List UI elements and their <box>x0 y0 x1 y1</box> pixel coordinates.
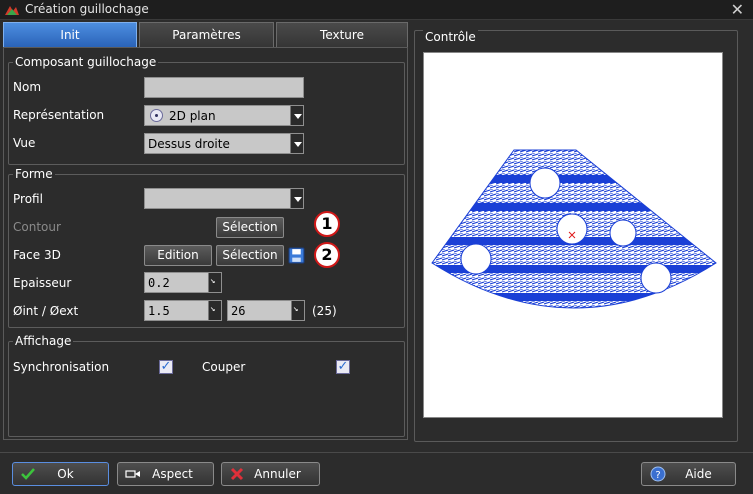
vue-label: Vue <box>13 136 36 150</box>
check-icon: ✓ <box>160 359 172 374</box>
resize-corner-icon[interactable] <box>291 301 304 320</box>
callout-badge-1: 1 <box>314 211 340 237</box>
tab-init[interactable]: Init <box>3 22 137 47</box>
contour-label: Contour <box>13 220 61 234</box>
close-icon[interactable]: ✕ <box>731 0 744 19</box>
chevron-down-icon[interactable] <box>290 106 303 125</box>
ok-button[interactable]: Ok <box>12 462 109 486</box>
tab-texture[interactable]: Texture <box>276 22 408 47</box>
resize-corner-icon[interactable] <box>208 273 221 292</box>
aspect-label: Aspect <box>152 467 193 481</box>
tab-parametres[interactable]: Paramètres <box>139 22 274 47</box>
synchronisation-label: Synchronisation <box>13 360 110 374</box>
representation-value: 2D plan <box>169 109 216 123</box>
guillochage-preview <box>431 149 717 309</box>
int-diameter-input[interactable]: 1.5 <box>144 300 222 321</box>
svg-text:?: ? <box>655 470 660 481</box>
affichage-legend: Affichage <box>15 334 72 348</box>
nom-label: Nom <box>13 80 42 94</box>
couper-checkbox[interactable]: ✓ <box>336 360 350 374</box>
chevron-down-icon[interactable] <box>290 189 303 208</box>
representation-select[interactable]: 2D plan <box>144 105 304 126</box>
annuler-label: Annuler <box>254 467 301 481</box>
ext-diameter-value: 26 <box>231 304 246 318</box>
callout-badge-2: 2 <box>314 242 340 268</box>
init-panel: Composant guillochage Nom Représentation… <box>3 47 408 440</box>
controle-legend: Contrôle <box>423 30 478 44</box>
ext-diameter-input[interactable]: 26 <box>227 300 305 321</box>
epaisseur-label: Epaisseur <box>13 276 72 290</box>
ext-diameter-hint: (25) <box>312 304 337 318</box>
aide-label: Aide <box>685 467 712 481</box>
synchronisation-checkbox[interactable]: ✓ <box>159 360 173 374</box>
controle-group: Contrôle <box>414 30 738 442</box>
aide-button[interactable]: ? Aide <box>641 462 736 486</box>
profil-label: Profil <box>13 192 43 206</box>
vue-select[interactable]: Dessus droite <box>144 133 304 154</box>
contour-selection-button[interactable]: Sélection <box>216 217 284 238</box>
epaisseur-value: 0.2 <box>148 276 170 290</box>
face3d-selection-button[interactable]: Sélection <box>216 245 284 266</box>
window-title: Création guillochage <box>25 2 149 16</box>
app-icon <box>5 6 19 15</box>
aspect-button[interactable]: Aspect <box>117 462 214 486</box>
annuler-button[interactable]: Annuler <box>221 462 320 486</box>
face3d-label: Face 3D <box>13 248 61 262</box>
preview-canvas[interactable] <box>423 52 723 418</box>
title-bar: Création guillochage ✕ <box>0 0 753 20</box>
representation-label: Représentation <box>13 108 105 122</box>
nom-input[interactable] <box>144 77 304 98</box>
profil-select[interactable] <box>144 188 304 209</box>
resize-corner-icon[interactable] <box>208 301 221 320</box>
representation-icon <box>150 109 163 122</box>
button-bar: Ok Aspect Annuler ? Aide <box>0 452 753 494</box>
composant-legend: Composant guillochage <box>15 55 157 69</box>
tab-bar: Init Paramètres Texture <box>3 22 409 47</box>
check-icon: ✓ <box>337 359 349 374</box>
forme-legend: Forme <box>15 167 53 181</box>
couper-label: Couper <box>202 360 246 374</box>
save-icon[interactable] <box>288 247 305 264</box>
vue-value: Dessus droite <box>148 137 230 151</box>
ok-label: Ok <box>57 467 74 481</box>
affichage-group: Affichage <box>8 334 405 437</box>
chevron-down-icon[interactable] <box>290 134 303 153</box>
edition-button[interactable]: Edition <box>144 245 212 266</box>
diametre-label: Øint / Øext <box>13 304 79 318</box>
epaisseur-input[interactable]: 0.2 <box>144 272 222 293</box>
int-diameter-value: 1.5 <box>148 304 170 318</box>
